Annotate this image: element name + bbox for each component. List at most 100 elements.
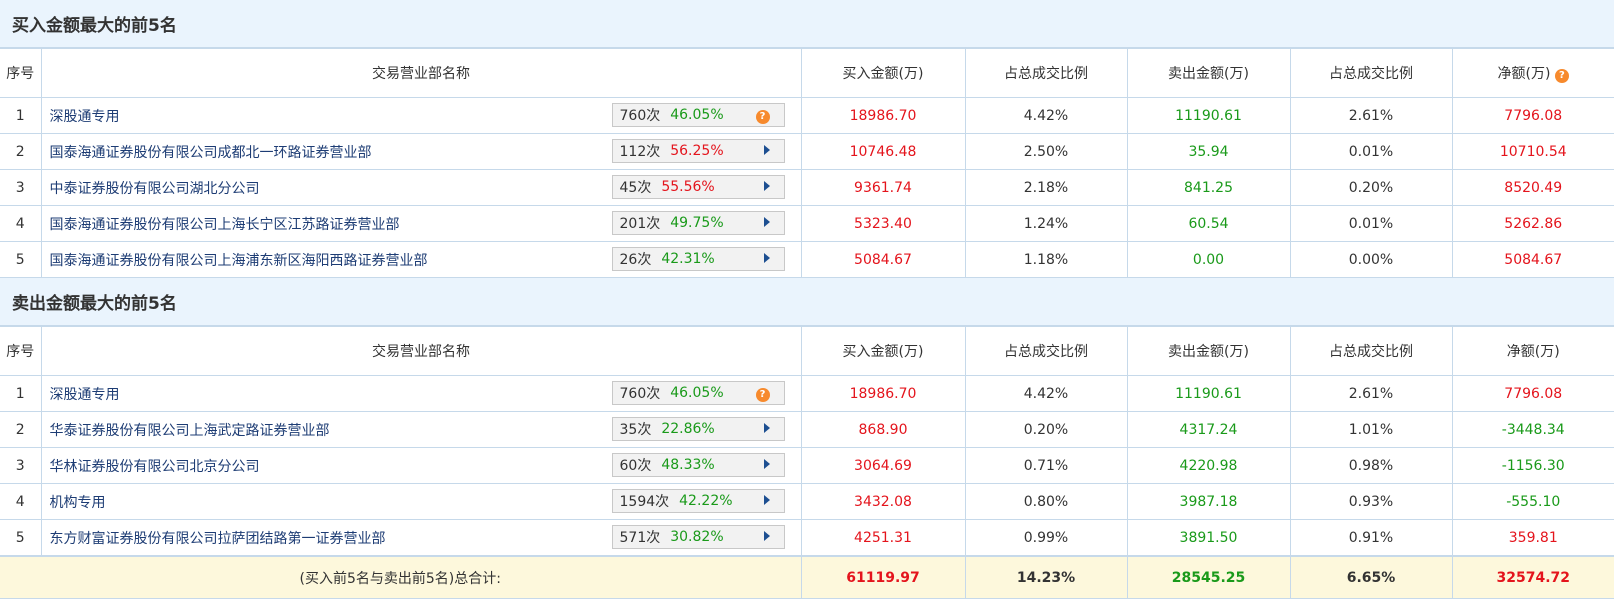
buy-ratio: 4.42%	[964, 375, 1128, 412]
buy-amount: 5323.40	[800, 205, 966, 242]
broker-link[interactable]: 东方财富证券股份有限公司拉萨团结路第一证券营业部	[50, 531, 386, 547]
win-ratio: 42.31%	[661, 251, 715, 267]
expand-arrow-icon[interactable]	[763, 531, 770, 541]
win-ratio: 30.82%	[670, 529, 724, 545]
sell-ratio: 2.61%	[1289, 97, 1453, 134]
column-header: 净额(万)	[1451, 326, 1614, 376]
broker-link[interactable]: 国泰海通证券股份有限公司上海浦东新区海阳西路证券营业部	[50, 253, 428, 269]
expand-arrow-icon[interactable]	[763, 181, 770, 191]
sell-amount: 3891.50	[1126, 519, 1291, 556]
column-header: 卖出金额(万)	[1126, 326, 1291, 376]
table-row: 3 华林证券股份有限公司北京分公司 60次 48.33% 3064.69 0.71…	[0, 447, 1614, 484]
buy-amount: 868.90	[800, 411, 966, 448]
help-icon[interactable]: ?	[1554, 69, 1569, 83]
sell-amount: 60.54	[1126, 205, 1291, 242]
broker-link[interactable]: 深股通专用	[50, 387, 120, 403]
rank: 4	[0, 205, 42, 242]
help-icon[interactable]: ?	[755, 109, 770, 124]
broker-link[interactable]: 深股通专用	[50, 109, 120, 125]
trade-count: 45次	[619, 180, 652, 196]
trade-count: 60次	[619, 458, 652, 474]
table-row: 5 国泰海通证券股份有限公司上海浦东新区海阳西路证券营业部 26次 42.31% …	[0, 241, 1614, 278]
column-header: 序号	[0, 326, 42, 376]
buy-amount: 10746.48	[800, 133, 966, 170]
table-row: 4 国泰海通证券股份有限公司上海长宁区江苏路证券营业部 201次 49.75% 5…	[0, 205, 1614, 242]
sell-amount: 11190.61	[1126, 375, 1291, 412]
expand-arrow-icon[interactable]	[763, 423, 770, 433]
sell-amount: 11190.61	[1126, 97, 1291, 134]
broker-link[interactable]: 机构专用	[50, 495, 106, 511]
buy-ratio: 0.20%	[964, 411, 1128, 448]
sell-ratio: 2.61%	[1289, 375, 1453, 412]
column-header: 占总成交比例	[964, 48, 1128, 98]
broker-link[interactable]: 国泰海通证券股份有限公司上海长宁区江苏路证券营业部	[50, 217, 400, 233]
rank: 4	[0, 483, 42, 520]
buy-section-title: 买入金额最大的前5名	[0, 0, 1614, 48]
net-amount: 7796.08	[1451, 97, 1614, 134]
sell-amount: 4220.98	[1126, 447, 1291, 484]
table-row: 1 深股通专用 760次 46.05% ? 18986.70 4.42% 1119…	[0, 375, 1614, 412]
broker-stats-box[interactable]: 1594次 42.22%	[611, 489, 785, 513]
header-row: 序号 交易营业部名称 买入金额(万) 占总成交比例 卖出金额(万) 占总成交比例 净额(万)	[0, 326, 1614, 376]
broker-stats-box[interactable]: 760次 46.05% ?	[611, 103, 785, 127]
broker-link[interactable]: 中泰证券股份有限公司湖北分公司	[50, 181, 260, 197]
help-icon[interactable]: ?	[755, 387, 770, 402]
total-buy: 61119.97	[800, 556, 966, 599]
buy-amount: 18986.70	[800, 375, 966, 412]
sell-amount: 841.25	[1126, 169, 1291, 206]
buy-ratio: 0.80%	[964, 483, 1128, 520]
sell-ratio: 0.00%	[1289, 241, 1453, 278]
broker-stats-box[interactable]: 45次 55.56%	[611, 175, 785, 199]
total-row: (买入前5名与卖出前5名)总合计: 61119.97 14.23% 28545.…	[0, 556, 1614, 599]
broker-stats-box[interactable]: 112次 56.25%	[611, 139, 785, 163]
buy-ratio: 1.24%	[964, 205, 1128, 242]
sell-amount: 0.00	[1126, 241, 1291, 278]
net-amount: 5084.67	[1451, 241, 1614, 278]
trade-count: 760次	[619, 386, 661, 402]
expand-arrow-icon[interactable]	[763, 495, 770, 505]
win-ratio: 49.75%	[670, 215, 724, 231]
column-header: 交易营业部名称	[40, 326, 802, 376]
broker-link[interactable]: 国泰海通证券股份有限公司成都北一环路证券营业部	[50, 145, 372, 161]
sell-table: 序号 交易营业部名称 买入金额(万) 占总成交比例 卖出金额(万) 占总成交比例 净额(万)…	[0, 326, 1614, 556]
broker-stats-box[interactable]: 571次 30.82%	[611, 525, 785, 549]
total-buy-pct: 14.23%	[964, 556, 1128, 599]
broker-stats-box[interactable]: 760次 46.05% ?	[611, 381, 785, 405]
broker-stats-box[interactable]: 35次 22.86%	[611, 417, 785, 441]
broker-link[interactable]: 华泰证券股份有限公司上海武定路证券营业部	[50, 423, 330, 439]
broker-stats-box[interactable]: 26次 42.31%	[611, 247, 785, 271]
net-amount: 5262.86	[1451, 205, 1614, 242]
sell-amount: 4317.24	[1126, 411, 1291, 448]
broker-link[interactable]: 华林证券股份有限公司北京分公司	[50, 459, 260, 475]
table-row: 4 机构专用 1594次 42.22% 3432.08 0.80% 3987.18…	[0, 483, 1614, 520]
trade-count: 26次	[619, 252, 652, 268]
sell-ratio: 0.93%	[1289, 483, 1453, 520]
rank: 5	[0, 241, 42, 278]
win-ratio: 55.56%	[661, 179, 715, 195]
net-amount: 359.81	[1451, 519, 1614, 556]
expand-arrow-icon[interactable]	[763, 145, 770, 155]
expand-arrow-icon[interactable]	[763, 253, 770, 263]
sell-amount: 3987.18	[1126, 483, 1291, 520]
expand-arrow-icon[interactable]	[763, 217, 770, 227]
net-amount: 10710.54	[1451, 133, 1614, 170]
broker-stats-box[interactable]: 201次 49.75%	[611, 211, 785, 235]
total-net: 32574.72	[1451, 556, 1614, 599]
win-ratio: 46.05%	[670, 107, 724, 123]
sell-ratio: 0.01%	[1289, 205, 1453, 242]
total-label: (买入前5名与卖出前5名)总合计:	[0, 556, 802, 599]
net-amount: -555.10	[1451, 483, 1614, 520]
rank: 5	[0, 519, 42, 556]
broker-stats-box[interactable]: 60次 48.33%	[611, 453, 785, 477]
trade-count: 571次	[619, 530, 661, 546]
table-row: 3 中泰证券股份有限公司湖北分公司 45次 55.56% 9361.74 2.18…	[0, 169, 1614, 206]
buy-ratio: 2.50%	[964, 133, 1128, 170]
buy-amount: 18986.70	[800, 97, 966, 134]
total-table: (买入前5名与卖出前5名)总合计: 61119.97 14.23% 28545.…	[0, 556, 1614, 599]
table-row: 2 国泰海通证券股份有限公司成都北一环路证券营业部 112次 56.25% 107…	[0, 133, 1614, 170]
column-header: 买入金额(万)	[800, 48, 966, 98]
total-sell: 28545.25	[1126, 556, 1291, 599]
total-sell-pct: 6.65%	[1289, 556, 1453, 599]
table-row: 5 东方财富证券股份有限公司拉萨团结路第一证券营业部 571次 30.82% 42…	[0, 519, 1614, 556]
expand-arrow-icon[interactable]	[763, 459, 770, 469]
